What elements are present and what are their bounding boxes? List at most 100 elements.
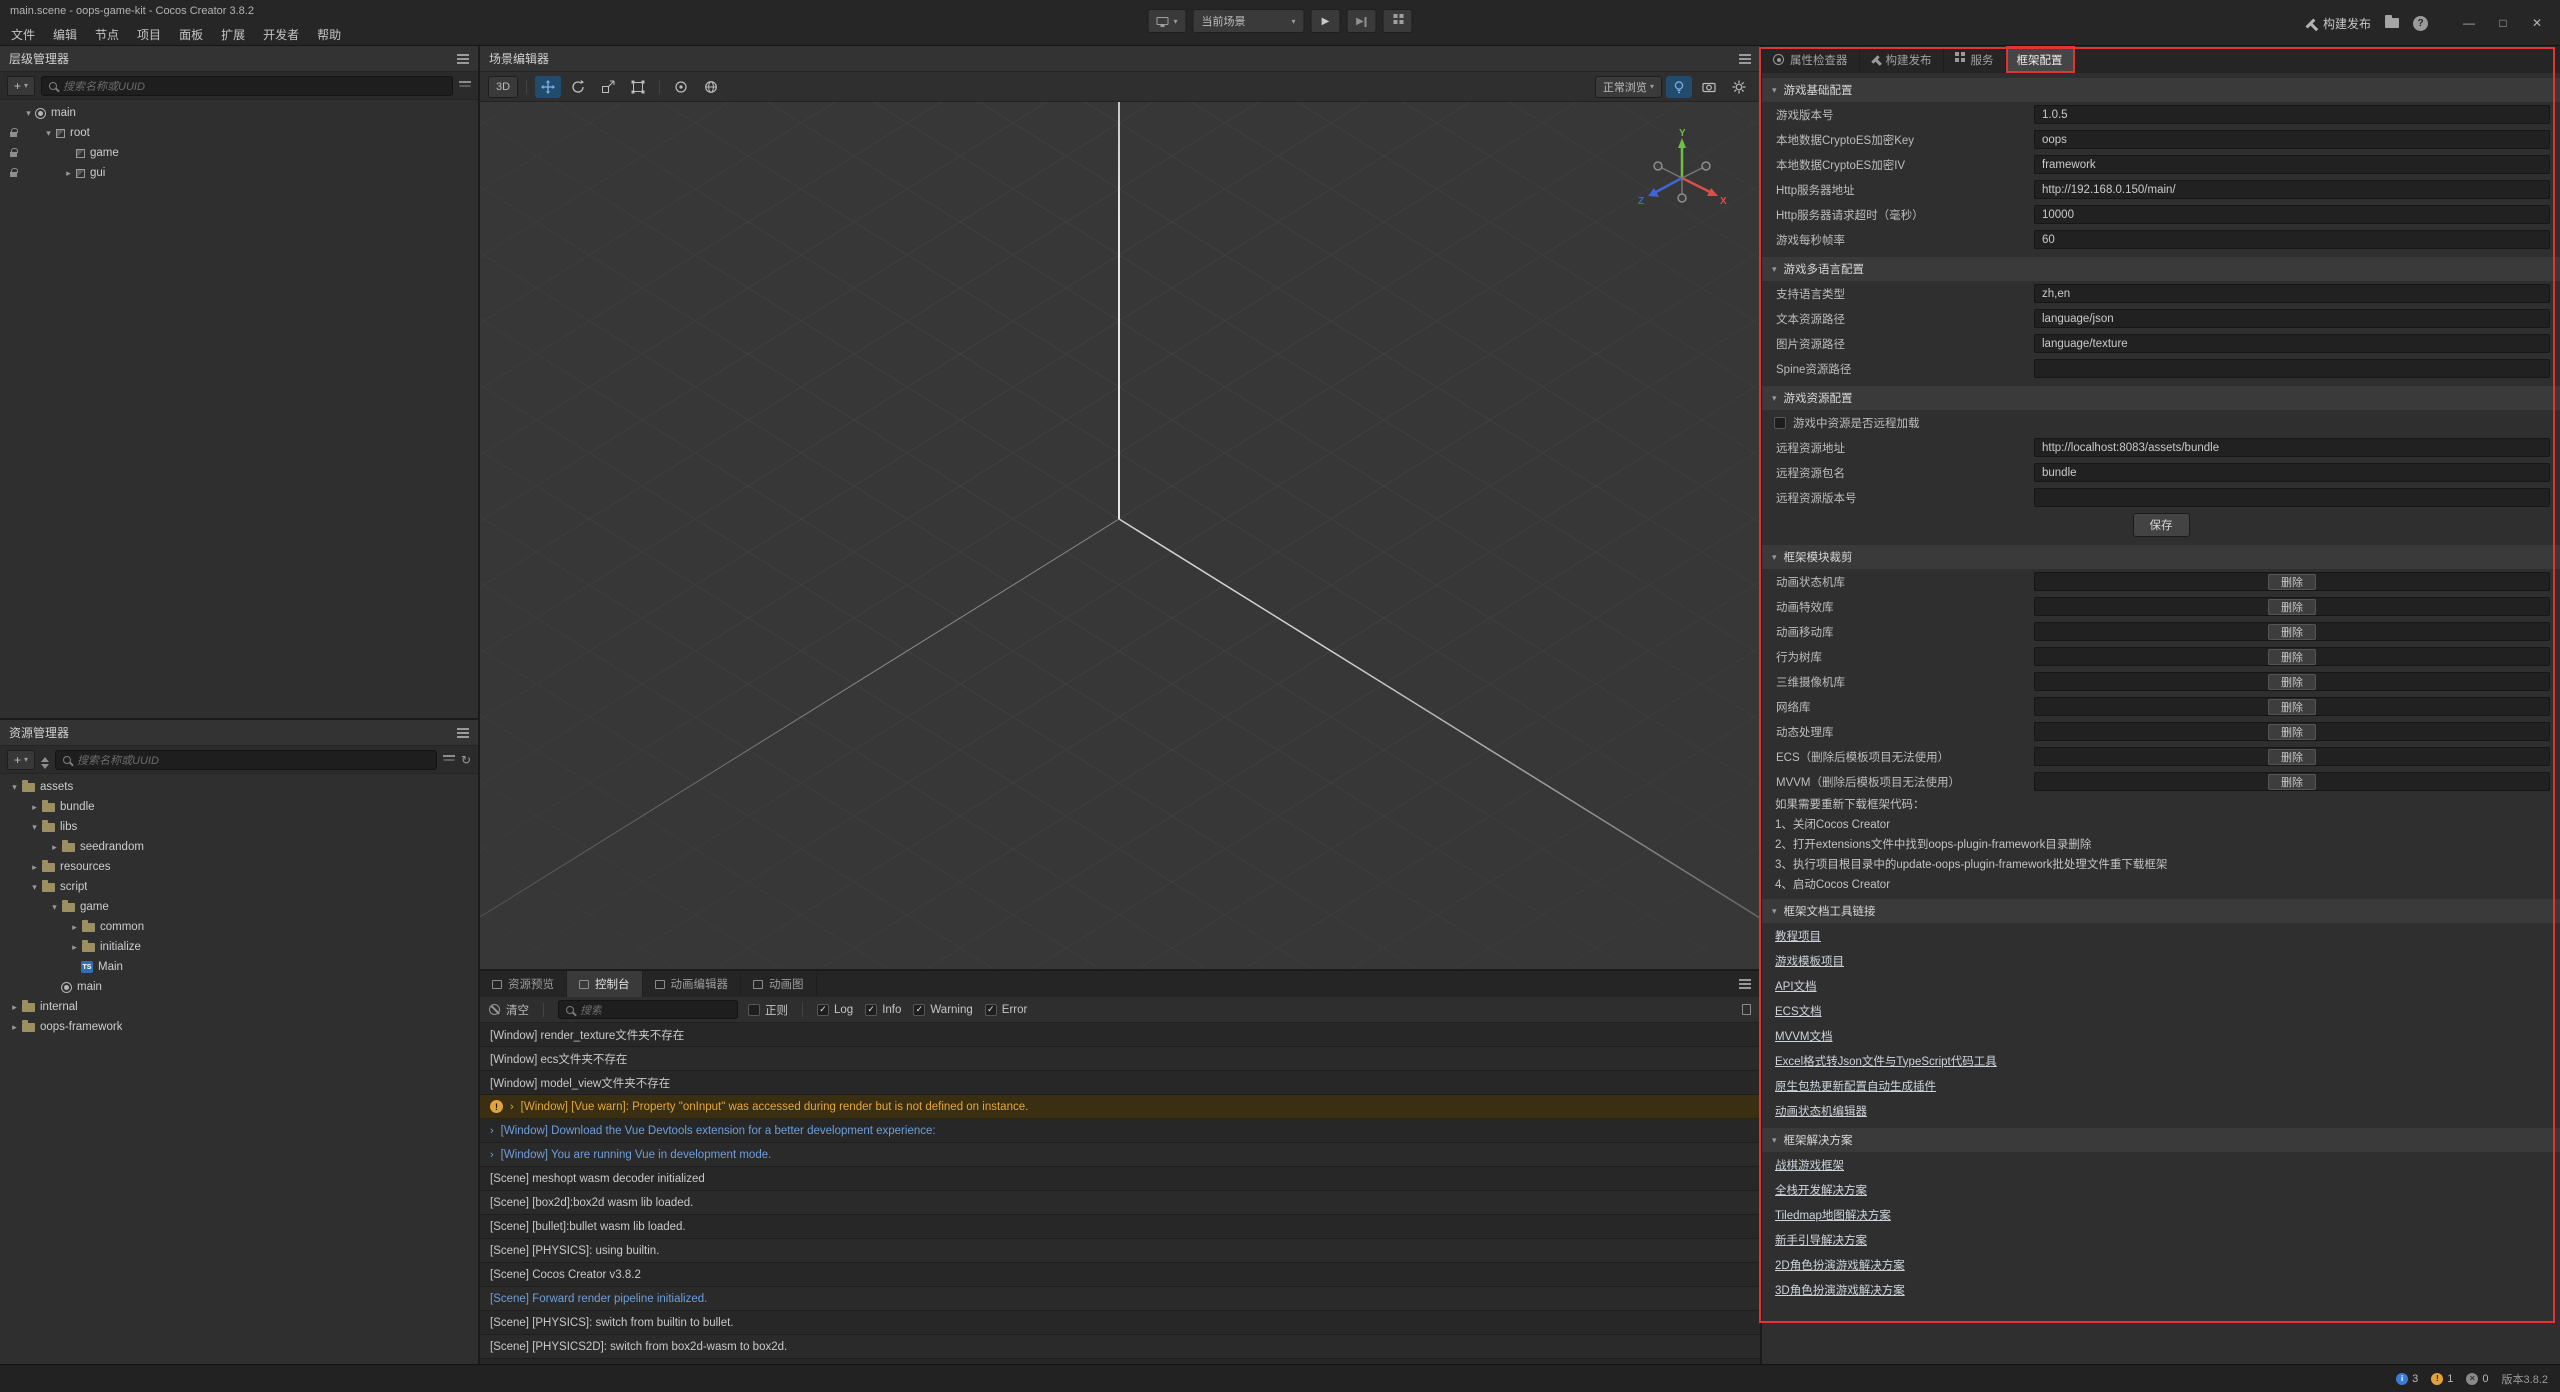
- field-input[interactable]: http://localhost:8083/assets/bundle: [2034, 438, 2550, 457]
- asset-node[interactable]: ▾script: [0, 877, 478, 897]
- expand-arrow[interactable]: ▸: [68, 922, 81, 933]
- doc-link[interactable]: 3D角色扮演游戏解决方案: [1775, 1282, 1905, 1298]
- expand-arrow[interactable]: ▸: [8, 1002, 21, 1013]
- view-mode-select[interactable]: 正常浏览 ▾: [1595, 76, 1662, 98]
- move-tool-button[interactable]: [535, 76, 561, 98]
- expand-arrow[interactable]: ▸: [62, 168, 75, 179]
- create-asset-button[interactable]: +▾: [7, 750, 35, 770]
- checkbox[interactable]: ✓: [865, 1004, 877, 1016]
- console-search-input[interactable]: 搜索: [558, 1000, 738, 1019]
- panel-menu-icon[interactable]: [1739, 58, 1751, 60]
- log-row[interactable]: [Scene] [box2d]:box2d wasm lib loaded.: [480, 1191, 1760, 1215]
- coordinate-toggle-button[interactable]: [698, 76, 724, 98]
- expand-arrow[interactable]: ▾: [48, 902, 61, 913]
- panel-menu-icon[interactable]: [457, 58, 469, 60]
- section-header[interactable]: ▾游戏多语言配置: [1762, 257, 2560, 281]
- log-row[interactable]: [Scene] [PHYSICS]: switch from builtin t…: [480, 1311, 1760, 1335]
- asset-node[interactable]: main: [0, 977, 478, 997]
- regex-toggle[interactable]: 正则: [748, 1002, 788, 1018]
- asset-node[interactable]: ▾assets: [0, 777, 478, 797]
- log-file-icon[interactable]: [1742, 1004, 1751, 1015]
- expand-arrow[interactable]: ▸: [8, 1022, 21, 1033]
- doc-link[interactable]: 全栈开发解决方案: [1775, 1182, 1867, 1198]
- regex-checkbox[interactable]: [748, 1004, 760, 1016]
- checkbox[interactable]: ✓: [913, 1004, 925, 1016]
- doc-link[interactable]: 战棋游戏框架: [1775, 1157, 1844, 1173]
- hierarchy-node[interactable]: ▸gui: [0, 163, 478, 183]
- scene-settings-button[interactable]: [1726, 76, 1752, 98]
- console-tab[interactable]: 资源预览: [480, 971, 567, 997]
- filter-icon[interactable]: [459, 81, 471, 83]
- field-input[interactable]: 1.0.5: [2034, 105, 2550, 124]
- inspector-tab[interactable]: 框架配置: [2006, 46, 2075, 73]
- field-input[interactable]: 60: [2034, 230, 2550, 249]
- console-tab[interactable]: 动画图: [741, 971, 817, 997]
- field-input[interactable]: framework: [2034, 155, 2550, 174]
- minimize-button[interactable]: —: [2452, 8, 2486, 38]
- section-header[interactable]: ▾游戏基础配置: [1762, 78, 2560, 102]
- expand-arrow[interactable]: ▸: [68, 942, 81, 953]
- delete-button[interactable]: 删除: [2268, 599, 2316, 615]
- panel-menu-icon[interactable]: [1739, 983, 1751, 985]
- expand-arrow[interactable]: ▾: [28, 822, 41, 833]
- close-button[interactable]: ✕: [2520, 8, 2554, 38]
- pivot-toggle-button[interactable]: [668, 76, 694, 98]
- log-row[interactable]: [Scene] Forward render pipeline initiali…: [480, 1287, 1760, 1311]
- step-button[interactable]: ▶: [1347, 9, 1377, 33]
- axis-gizmo[interactable]: Y X Z: [1634, 126, 1730, 222]
- menu-item[interactable]: 文件: [2, 22, 44, 46]
- log-row[interactable]: [Window] ecs文件夹不存在: [480, 1047, 1760, 1071]
- log-filter-error[interactable]: ✓Error: [985, 1004, 1028, 1016]
- save-button[interactable]: 保存: [2133, 513, 2190, 537]
- hierarchy-node[interactable]: game: [0, 143, 478, 163]
- log-row[interactable]: [Scene] [bullet]:bullet wasm lib loaded.: [480, 1215, 1760, 1239]
- log-row[interactable]: [Scene] meshopt wasm decoder initialized: [480, 1167, 1760, 1191]
- log-row[interactable]: ›[Window] Download the Vue Devtools exte…: [480, 1119, 1760, 1143]
- doc-link[interactable]: 新手引导解决方案: [1775, 1232, 1867, 1248]
- console-tab[interactable]: 控制台: [567, 971, 643, 997]
- doc-link[interactable]: 动画状态机编辑器: [1775, 1103, 1867, 1119]
- layout-button[interactable]: [1383, 9, 1413, 33]
- hierarchy-node[interactable]: ▾main: [0, 103, 478, 123]
- rotate-tool-button[interactable]: [565, 76, 591, 98]
- scene-select[interactable]: 当前场景 ▾: [1193, 9, 1305, 33]
- expand-arrow[interactable]: ▸: [28, 862, 41, 873]
- asset-node[interactable]: ▸common: [0, 917, 478, 937]
- warning-count[interactable]: !1: [2431, 1373, 2453, 1385]
- expand-arrow[interactable]: ›: [490, 1149, 494, 1161]
- dimension-toggle-button[interactable]: 3D: [488, 76, 518, 98]
- section-header[interactable]: ▾游戏资源配置: [1762, 386, 2560, 410]
- inspector-tab[interactable]: 构建发布: [1860, 46, 1944, 73]
- log-row[interactable]: [Scene] Cocos Creator v3.8.2: [480, 1263, 1760, 1287]
- menu-item[interactable]: 节点: [86, 22, 128, 46]
- expand-arrow[interactable]: ▸: [48, 842, 61, 853]
- asset-node[interactable]: ▸initialize: [0, 937, 478, 957]
- help-icon[interactable]: ?: [2413, 16, 2428, 31]
- field-input[interactable]: [2034, 488, 2550, 507]
- device-select[interactable]: ▾: [1147, 9, 1186, 33]
- lighting-toggle-button[interactable]: [1666, 76, 1692, 98]
- field-input[interactable]: zh,en: [2034, 284, 2550, 303]
- expand-arrow[interactable]: ›: [490, 1125, 494, 1137]
- doc-link[interactable]: Tiledmap地图解决方案: [1775, 1207, 1891, 1223]
- asset-node[interactable]: ▸seedrandom: [0, 837, 478, 857]
- delete-button[interactable]: 删除: [2268, 724, 2316, 740]
- menu-item[interactable]: 编辑: [44, 22, 86, 46]
- section-header[interactable]: ▾框架模块裁剪: [1762, 545, 2560, 569]
- field-input[interactable]: oops: [2034, 130, 2550, 149]
- asset-node[interactable]: ▸oops-framework: [0, 1017, 478, 1037]
- expand-arrow[interactable]: ▾: [42, 128, 55, 139]
- log-filter-info[interactable]: ✓Info: [865, 1004, 901, 1016]
- delete-button[interactable]: 删除: [2268, 649, 2316, 665]
- inspector-tab[interactable]: 服务: [1944, 46, 2006, 73]
- log-row[interactable]: ›[Window] You are running Vue in develop…: [480, 1143, 1760, 1167]
- inspector-tab[interactable]: 属性检查器: [1762, 46, 1860, 73]
- hierarchy-search-input[interactable]: 搜索名称或UUID: [41, 76, 453, 96]
- section-header[interactable]: ▾框架文档工具链接: [1762, 899, 2560, 923]
- menu-item[interactable]: 帮助: [308, 22, 350, 46]
- doc-link[interactable]: ECS文档: [1775, 1003, 1822, 1019]
- maximize-button[interactable]: □: [2486, 8, 2520, 38]
- rect-tool-button[interactable]: [625, 76, 651, 98]
- field-input[interactable]: 10000: [2034, 205, 2550, 224]
- log-filter-warning[interactable]: ✓Warning: [913, 1004, 972, 1016]
